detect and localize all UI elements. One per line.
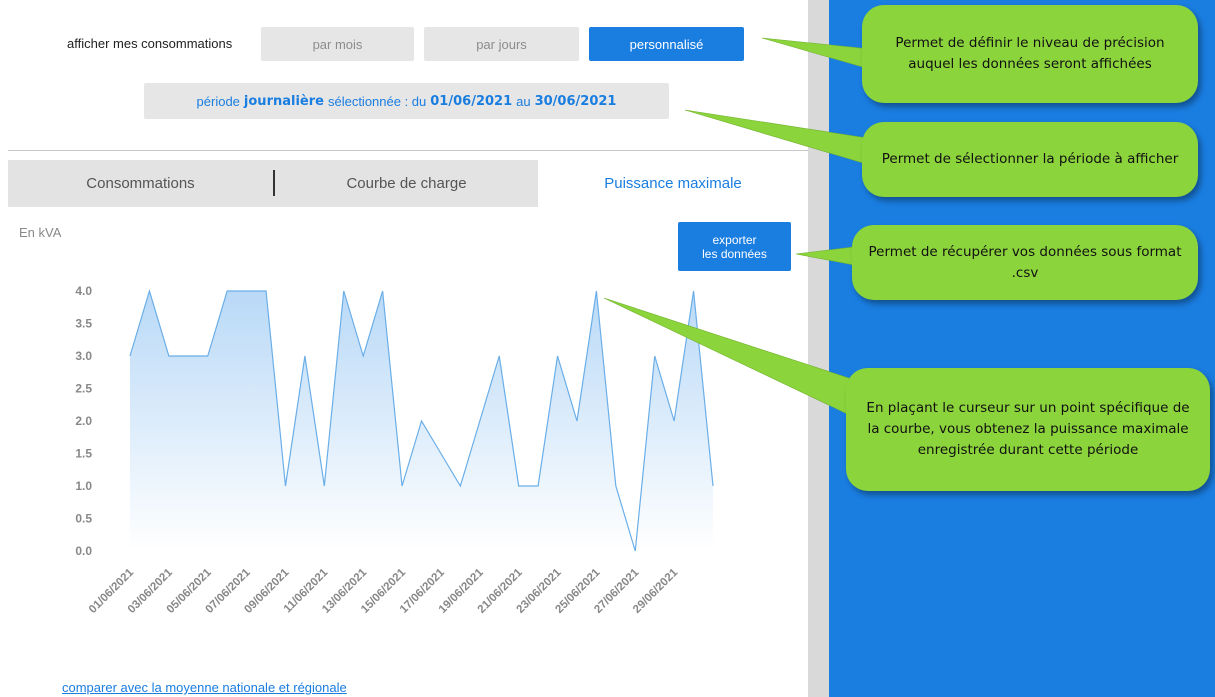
pointer-period xyxy=(684,109,881,169)
callout-cursor: En plaçant le curseur sur un point spéci… xyxy=(846,368,1210,491)
pointer-cursor xyxy=(603,297,871,421)
callout-precision: Permet de définir le niveau de précision… xyxy=(862,5,1198,103)
callout-pointers xyxy=(603,37,881,421)
callout-export: Permet de récupérer vos données sous for… xyxy=(852,225,1198,300)
callout-period: Permet de sélectionner la période à affi… xyxy=(862,122,1198,197)
